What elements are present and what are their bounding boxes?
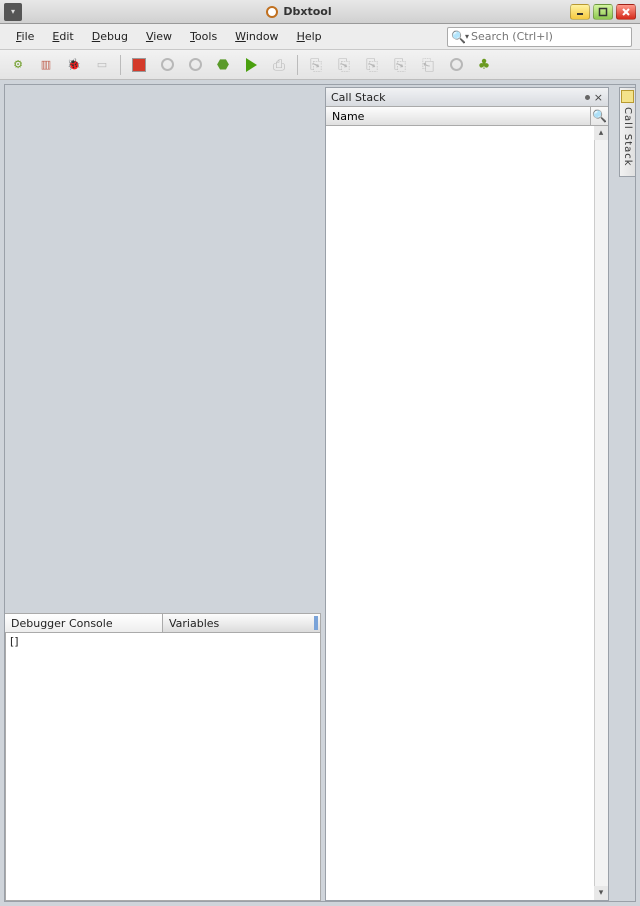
attach-icon: ▥ [41,58,51,71]
scroll-down-icon[interactable]: ▾ [594,886,608,900]
call-stack-body[interactable]: ▴ ▾ [326,126,608,900]
stepover-icon: ⎙ [273,56,285,74]
menu-view[interactable]: View [138,27,180,46]
bottom-tabs: Debugger Console Variables [5,613,321,633]
tab-label: Variables [169,617,219,630]
stepout-icon: ⎘ [366,56,378,74]
pause-icon [161,58,174,71]
minimize-button[interactable] [570,4,590,20]
toolbar-debug[interactable]: 🐞 [62,53,86,77]
app-icon [266,6,278,18]
column-name[interactable]: Name [326,110,590,123]
toolbar-stepover1[interactable]: ⎙ [267,53,291,77]
return-icon: ⎗ [422,56,434,74]
menu-help[interactable]: Help [289,27,330,46]
scroll-up-icon[interactable]: ▴ [594,126,608,140]
panel-title: Call Stack [331,91,385,104]
tab-debugger-console[interactable]: Debugger Console [5,614,163,632]
toolbar-stepout[interactable]: ⎘ [360,53,384,77]
call-stack-panel: Call Stack × Name 🔍 ▴ ▾ [325,87,609,901]
console-prompt: [] [10,635,19,648]
debugger-console[interactable]: [] [5,633,321,901]
stepover2-icon: ⎘ [310,56,322,74]
dock-tab-icon[interactable] [621,90,634,103]
step-icon [189,58,202,71]
menu-tools[interactable]: Tools [182,27,225,46]
column-header-row: Name 🔍 [326,107,608,126]
pin-icon: ⬣ [217,57,229,73]
search-input[interactable] [471,30,628,43]
system-menu-icon[interactable]: ▾ [4,3,22,21]
scrollbar[interactable]: ▴ ▾ [594,126,608,900]
titlebar: ▾ Dbxtool [0,0,640,24]
toolbar-return[interactable]: ⎗ [416,53,440,77]
menu-edit[interactable]: Edit [44,27,81,46]
toolbar-stepinto[interactable]: ⎘ [332,53,356,77]
runto-icon: ⎘ [394,56,406,74]
toolbar-pin[interactable]: ⬣ [211,53,235,77]
workspace: Debugger Console Variables [] Call Stack… [0,80,640,906]
side-dock[interactable]: Call Stack [619,87,636,177]
editor-empty [5,85,321,613]
menubar: File Edit Debug View Tools Window Help 🔍… [0,24,640,50]
search-dropdown-icon[interactable]: ▾ [465,32,469,41]
close-button[interactable] [616,4,636,20]
toolbar-separator-2 [297,55,298,75]
menu-window[interactable]: Window [227,27,286,46]
toolbar-attach[interactable]: ▥ [34,53,58,77]
slot-icon [450,58,463,71]
stop-icon [132,58,146,72]
panel-close-icon[interactable]: × [594,91,603,104]
tab-active-marker [314,616,318,630]
panel-header[interactable]: Call Stack × [326,88,608,107]
search-icon: 🔍 [451,30,465,44]
toolbar-profile[interactable]: ♣ [472,53,496,77]
search-box[interactable]: 🔍 ▾ [447,27,632,47]
stepinto-icon: ⎘ [338,56,350,74]
bug-icon: 🐞 [67,58,81,71]
toolbar-continue[interactable] [239,53,263,77]
gear-icon: ⚙ [13,58,23,71]
toolbar-runto[interactable]: ⎘ [388,53,412,77]
dock-tab-label: Call Stack [622,107,633,167]
tab-variables[interactable]: Variables [163,614,321,632]
play-icon [246,58,257,72]
toolbar: ⚙ ▥ 🐞 ▭ ⬣ ⎙ ⎘ ⎘ ⎘ ⎘ ⎗ ♣ [0,50,640,80]
toolbar-step[interactable] [183,53,207,77]
toolbar-stepover2[interactable]: ⎘ [304,53,328,77]
watch-icon: ▭ [97,58,107,71]
toolbar-separator [120,55,121,75]
menu-file[interactable]: File [8,27,42,46]
toolbar-pause[interactable] [155,53,179,77]
maximize-button[interactable] [593,4,613,20]
toolbar-stop[interactable] [127,53,151,77]
tab-label: Debugger Console [11,617,113,630]
toolbar-slot[interactable] [444,53,468,77]
menu-debug[interactable]: Debug [84,27,136,46]
window-title: Dbxtool [283,5,331,18]
profile-icon: ♣ [478,57,491,73]
column-config-button[interactable]: 🔍 [590,107,608,125]
toolbar-new-project[interactable]: ⚙ [6,53,30,77]
magnifier-icon: 🔍 [592,109,607,123]
toolbar-watch[interactable]: ▭ [90,53,114,77]
panel-menu-icon[interactable] [585,95,590,100]
